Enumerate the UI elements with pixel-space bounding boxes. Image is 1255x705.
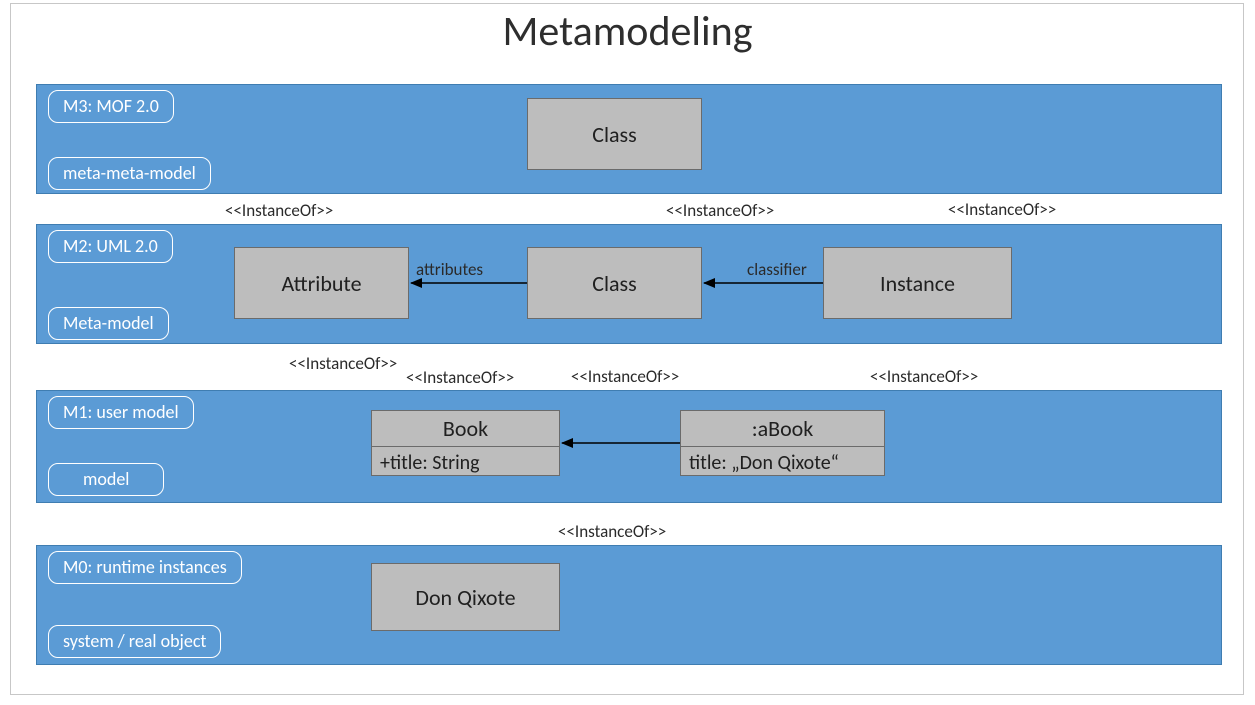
m1-book-head: Book <box>372 411 559 447</box>
m1-abook-head: :aBook <box>681 411 884 447</box>
stereo-m3m2-1: <<InstanceOf>> <box>225 200 333 221</box>
stereo-m1m0-1: <<InstanceOf>> <box>558 521 666 542</box>
layer-m0-level-badge: M0: runtime instances <box>48 551 242 584</box>
layer-m2-level-badge: M2: UML 2.0 <box>48 230 173 263</box>
m1-book-attr: +title: String <box>372 447 559 479</box>
assoc-attributes: attributes <box>416 259 483 280</box>
diagram-canvas: Metamodeling M3: MOF 2.0 meta-meta-model… <box>0 0 1255 705</box>
m2-attribute-box: Attribute <box>234 247 409 319</box>
layer-m3-kind-badge: meta-meta-model <box>48 157 211 190</box>
diagram-title: Metamodeling <box>0 6 1255 57</box>
layer-m1 <box>36 390 1222 503</box>
layer-m3-level-badge: M3: MOF 2.0 <box>48 90 174 123</box>
stereo-m3m2-3: <<InstanceOf>> <box>948 199 1056 220</box>
stereo-m2m1-1: <<InstanceOf>> <box>289 353 397 374</box>
layer-m2-kind-badge: Meta-model <box>48 307 169 340</box>
stereo-m2m1-2: <<InstanceOf>> <box>406 367 514 388</box>
stereo-m3m2-2: <<InstanceOf>> <box>666 200 774 221</box>
m0-object-box: Don Qixote <box>371 563 560 631</box>
layer-m1-level-badge: M1: user model <box>48 396 194 429</box>
m3-class-box: Class <box>527 98 702 170</box>
stereo-m2m1-4: <<InstanceOf>> <box>870 366 978 387</box>
stereo-m2m1-3: <<InstanceOf>> <box>571 366 679 387</box>
m1-abook-attr: title: „Don Qixote“ <box>681 447 884 479</box>
layer-m1-kind-badge: model <box>48 463 164 496</box>
layer-m0-kind-badge: system / real object <box>48 625 221 658</box>
m2-instance-box: Instance <box>823 247 1012 319</box>
assoc-classifier: classifier <box>747 259 807 280</box>
m1-book-box: Book +title: String <box>371 410 560 476</box>
m1-abook-box: :aBook title: „Don Qixote“ <box>680 410 885 476</box>
m2-class-box: Class <box>527 247 702 319</box>
